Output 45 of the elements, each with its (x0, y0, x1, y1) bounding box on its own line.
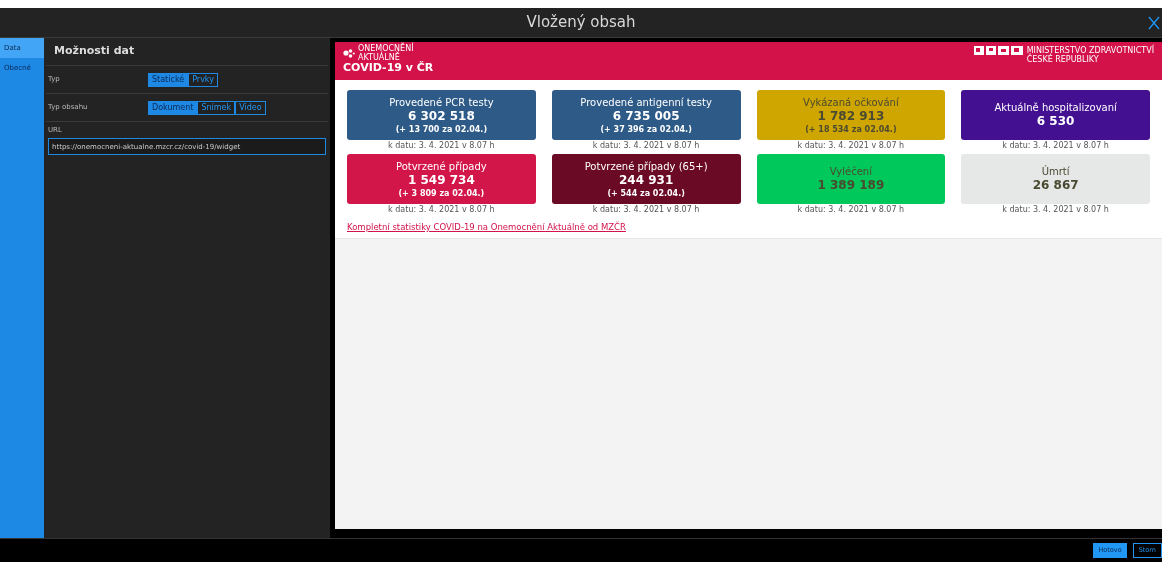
segment-option[interactable]: Dokument (148, 100, 198, 115)
stat-date: k datu: 3. 4. 2021 v 8.07 h (1002, 140, 1109, 152)
stat-label: Potvrzené případy (395, 159, 487, 173)
stat-date: k datu: 3. 4. 2021 v 8.07 h (1002, 204, 1109, 216)
stat-value: 1 782 913 (817, 108, 885, 124)
segment-option[interactable]: Video (235, 100, 266, 115)
stat-label: Vyléčení (829, 165, 872, 178)
stat-delta: (+ 3 809 za 02.04.) (398, 187, 485, 199)
stat-value: 6 302 518 (407, 108, 475, 124)
logo-text: ONEMOCNĚNÍ (358, 44, 414, 53)
stat-value: 1 389 189 (817, 178, 885, 193)
segment-option[interactable]: Statické (148, 72, 189, 87)
stat-label: Vykázaná očkování (803, 95, 899, 109)
stat-delta: (+ 544 za 02.04.) (607, 187, 685, 199)
stat-value: 26 867 (1032, 178, 1079, 193)
stat-value: 244 931 (619, 172, 674, 188)
window-title: Vložený obsah (526, 12, 636, 34)
stat-value: 6 735 005 (612, 108, 680, 124)
stat-date: k datu: 3. 4. 2021 v 8.07 h (388, 204, 495, 216)
logo-icon (343, 48, 355, 58)
segment-option[interactable]: Prvky (188, 72, 218, 87)
stat-delta: (+ 18 534 za 02.04.) (805, 123, 897, 135)
stat-value: 6 530 (1036, 114, 1075, 129)
widget-title: COVID-19 v ČR (343, 62, 434, 74)
ministry-logo-icon (973, 46, 1024, 55)
stat-date: k datu: 3. 4. 2021 v 8.07 h (592, 204, 700, 216)
stat-label: Provedené antigenní testy (580, 95, 712, 109)
stat-label: Úmrtí (1041, 165, 1070, 178)
logo-text: AKTUÁLNĚ (358, 53, 400, 62)
stat-date: k datu: 3. 4. 2021 v 8.07 h (797, 140, 905, 152)
panel-title: Možnosti dat (46, 38, 328, 66)
stat-delta: (+ 37 396 za 02.04.) (600, 123, 692, 135)
stat-date: k datu: 3. 4. 2021 v 8.07 h (388, 140, 495, 152)
segment-option[interactable]: Snímek (197, 100, 236, 115)
stat-label: Potvrzené případy (65+) (584, 159, 708, 173)
stat-value: 1 549 734 (407, 172, 475, 188)
stat-label: Provedené PCR testy (389, 95, 494, 109)
stat-date: k datu: 3. 4. 2021 v 8.07 h (592, 140, 700, 152)
stat-date: k datu: 3. 4. 2021 v 8.07 h (797, 204, 905, 216)
stat-delta: (+ 13 700 za 02.04.) (395, 123, 488, 135)
ministry-text: MINISTERSTVO ZDRAVOTNICTVÍ (1026, 46, 1154, 55)
stat-label: Aktuálně hospitalizovaní (994, 101, 1117, 114)
ministry-text: ČESKÉ REPUBLIKY (1026, 55, 1100, 64)
close-icon[interactable] (1148, 16, 1160, 30)
statistics-link[interactable]: Kompletní statistiky COVID-19 na Onemocnění Aktuálně od MZČR (347, 221, 1150, 234)
